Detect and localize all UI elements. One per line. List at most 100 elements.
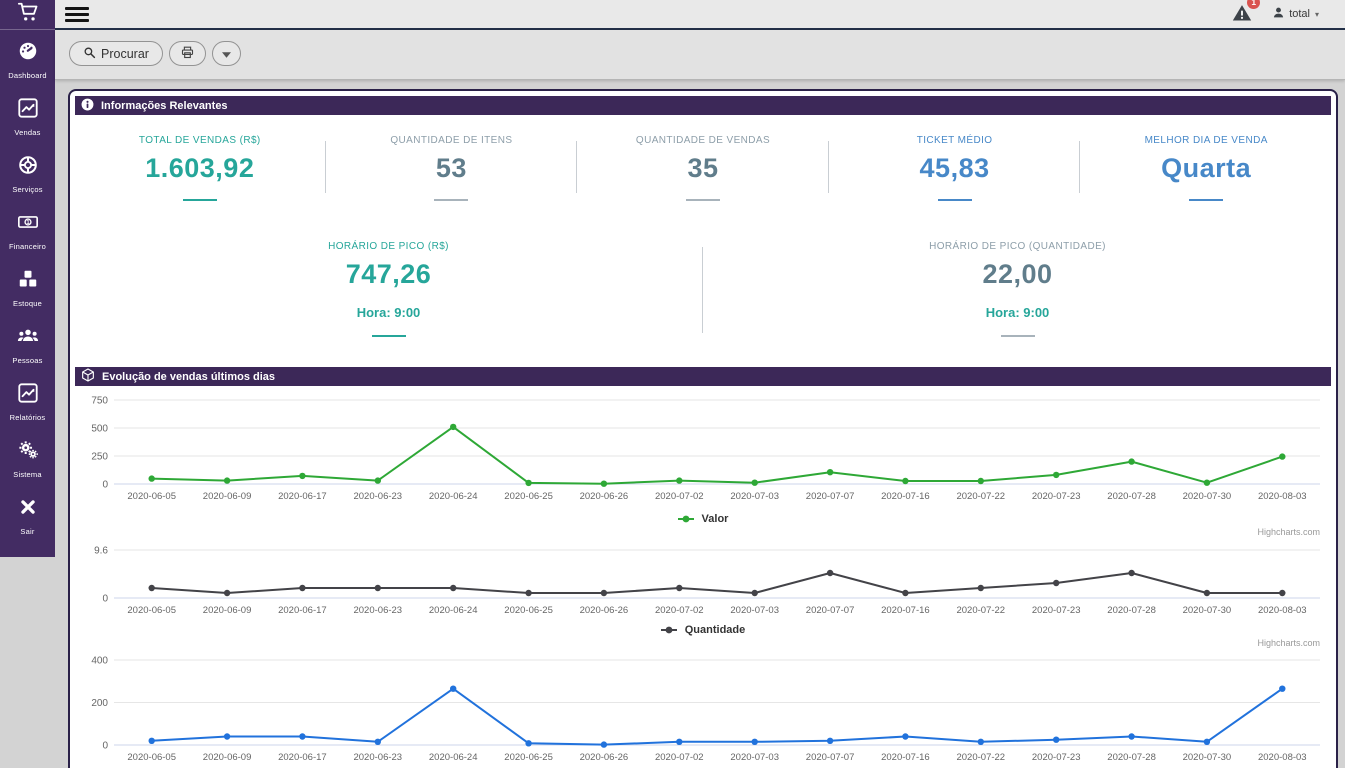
svg-text:2020-06-24: 2020-06-24	[429, 752, 478, 763]
svg-text:2020-07-22: 2020-07-22	[956, 752, 1005, 763]
svg-text:2020-07-28: 2020-07-28	[1107, 605, 1156, 616]
svg-text:2020-07-30: 2020-07-30	[1183, 752, 1232, 763]
svg-text:2020-07-02: 2020-07-02	[655, 491, 704, 502]
sidebar: Dashboard Vendas Serviços 1 Financeiro Estoqu…	[0, 0, 55, 768]
stat-value: 35	[687, 153, 719, 183]
svg-text:2020-06-23: 2020-06-23	[353, 491, 402, 502]
svg-text:2020-07-16: 2020-07-16	[881, 605, 930, 616]
notifications-button[interactable]: 1	[1232, 0, 1261, 28]
sidebar-item-label: Financeiro	[8, 242, 47, 251]
svg-text:2020-07-22: 2020-07-22	[956, 491, 1005, 502]
sidebar-item-financeiro[interactable]: 1 Financeiro	[0, 201, 55, 258]
cart-icon	[17, 1, 39, 28]
info-panel-header: Informações Relevantes	[75, 96, 1331, 115]
user-name: total	[1289, 8, 1310, 20]
svg-text:2020-07-02: 2020-07-02	[655, 605, 704, 616]
chart-line-icon	[17, 97, 39, 124]
stat-value: 22,00	[982, 259, 1053, 289]
chart-series-line	[148, 685, 1286, 748]
sidebar-item-sair[interactable]: Sair	[0, 486, 55, 543]
stat-label: MELHOR DIA DE VENDA	[1144, 135, 1268, 146]
sidebar-item-servicos[interactable]: Serviços	[0, 144, 55, 201]
menu-toggle-icon[interactable]	[65, 4, 89, 25]
sidebar-item-label: Serviços	[12, 185, 43, 194]
svg-text:2020-07-28: 2020-07-28	[1107, 752, 1156, 763]
stat-label: HORÁRIO DE PICO (R$)	[328, 241, 449, 252]
stat-card: TICKET MÉDIO 45,83	[829, 135, 1081, 201]
legend-item-1[interactable]: Quantidade	[74, 624, 1332, 636]
money-icon: 1	[17, 211, 39, 238]
user-icon	[1272, 6, 1285, 22]
svg-text:2020-06-05: 2020-06-05	[127, 605, 176, 616]
svg-text:2020-06-09: 2020-06-09	[203, 491, 252, 502]
legend-marker	[677, 515, 694, 523]
stat-label: QUANTIDADE DE VENDAS	[635, 135, 771, 146]
stat-underline	[937, 199, 972, 201]
chart-x-axis-labels: 2020-06-05 2020-06-09 2020-06-17 2020-06-23…	[127, 605, 1306, 616]
print-button[interactable]	[168, 41, 206, 66]
sidebar-item-relatorios[interactable]: Relatórios	[0, 372, 55, 429]
sidebar-item-label: Sair	[20, 527, 35, 536]
life-ring-icon	[17, 154, 39, 181]
sidebar-item-dashboard[interactable]: Dashboard	[0, 30, 55, 87]
svg-text:2020-07-23: 2020-07-23	[1032, 491, 1081, 502]
stat-underline	[1189, 199, 1224, 201]
svg-text:2020-07-07: 2020-07-07	[806, 605, 855, 616]
svg-text:0: 0	[102, 741, 108, 752]
sidebar-item-label: Dashboard	[8, 71, 47, 80]
svg-text:2020-07-02: 2020-07-02	[655, 752, 704, 763]
charts-container: 0 250 500 750 2020-06-05 2020-06-09 2020-06-17…	[74, 386, 1332, 768]
svg-text:2020-07-03: 2020-07-03	[730, 752, 779, 763]
svg-text:2020-06-26: 2020-06-26	[580, 752, 629, 763]
stat-card: QUANTIDADE DE VENDAS 35	[577, 135, 829, 201]
chart-line-icon	[17, 382, 39, 409]
svg-text:2020-06-23: 2020-06-23	[353, 605, 402, 616]
legend-label: Quantidade	[684, 624, 746, 636]
chart-gridlines	[114, 399, 1320, 485]
stat-subtext: Hora: 9:00	[985, 305, 1050, 320]
sidebar-nav: Dashboard Vendas Serviços 1 Financeiro Estoqu…	[0, 30, 55, 543]
svg-text:2020-06-17: 2020-06-17	[278, 752, 327, 763]
sidebar-item-pessoas[interactable]: Pessoas	[0, 315, 55, 372]
sidebar-item-sistema[interactable]: Sistema	[0, 429, 55, 486]
chart-y-axis-labels: 0 200 400	[91, 656, 108, 752]
cubes-icon	[17, 268, 39, 295]
stat-label: HORÁRIO DE PICO (QUANTIDADE)	[929, 241, 1106, 252]
chart-plot-2[interactable]: 02004002020-06-05 2020-06-09 2020-06-17 202…	[74, 653, 1332, 765]
legend-item-0[interactable]: Valor	[74, 513, 1332, 525]
highcharts-credits[interactable]: Highcharts.com	[74, 638, 1332, 648]
svg-text:2020-07-16: 2020-07-16	[881, 752, 930, 763]
svg-text:2020-06-24: 2020-06-24	[429, 605, 478, 616]
chart-plot-0[interactable]: 0 250 500 750 2020-06-05 2020-06-09 2020-06-17…	[74, 391, 1332, 505]
svg-text:2020-06-05: 2020-06-05	[127, 752, 176, 763]
charts-panel-title: Evolução de vendas últimos dias	[102, 370, 275, 383]
stat-card: HORÁRIO DE PICO (QUANTIDADE) 22,00 Hora: 9…	[703, 241, 1332, 337]
svg-text:2020-07-16: 2020-07-16	[881, 491, 930, 502]
svg-text:1: 1	[26, 220, 29, 226]
toolbar: Procurar	[55, 30, 1345, 80]
legend-marker	[660, 626, 677, 634]
sidebar-item-vendas[interactable]: Vendas	[0, 87, 55, 144]
user-menu[interactable]: total ▾	[1272, 6, 1319, 22]
print-options-button[interactable]	[211, 41, 241, 66]
info-icon	[80, 97, 95, 115]
chart-block-1: 0 9.6 2020-06-05 2020-06-09 2020-06-17 2020-0…	[74, 542, 1332, 648]
highcharts-credits[interactable]: Highcharts.com	[74, 527, 1332, 537]
svg-text:2020-06-26: 2020-06-26	[580, 605, 629, 616]
svg-text:2020-08-03: 2020-08-03	[1258, 605, 1307, 616]
search-button[interactable]: Procurar	[69, 41, 163, 66]
stat-label: TOTAL DE VENDAS (R$)	[138, 135, 261, 146]
cube-icon	[80, 367, 96, 386]
sidebar-item-estoque[interactable]: Estoque	[0, 258, 55, 315]
svg-text:500: 500	[91, 424, 108, 435]
stats-row-2: HORÁRIO DE PICO (R$) 747,26 Hora: 9:00 HORÁ…	[74, 205, 1332, 341]
main-area: 1 total ▾ Procurar Informações Relevante…	[55, 0, 1345, 768]
stat-subtext: Hora: 9:00	[356, 305, 421, 320]
content: Informações Relevantes TOTAL DE VENDAS (…	[55, 80, 1345, 768]
app-logo[interactable]	[0, 0, 55, 30]
svg-text:2020-07-22: 2020-07-22	[956, 605, 1005, 616]
svg-text:750: 750	[91, 396, 108, 407]
svg-text:2020-07-07: 2020-07-07	[806, 491, 855, 502]
stat-underline	[434, 199, 469, 201]
chart-plot-1[interactable]: 09.62020-06-05 2020-06-09 2020-06-17 2020-0…	[74, 542, 1332, 616]
